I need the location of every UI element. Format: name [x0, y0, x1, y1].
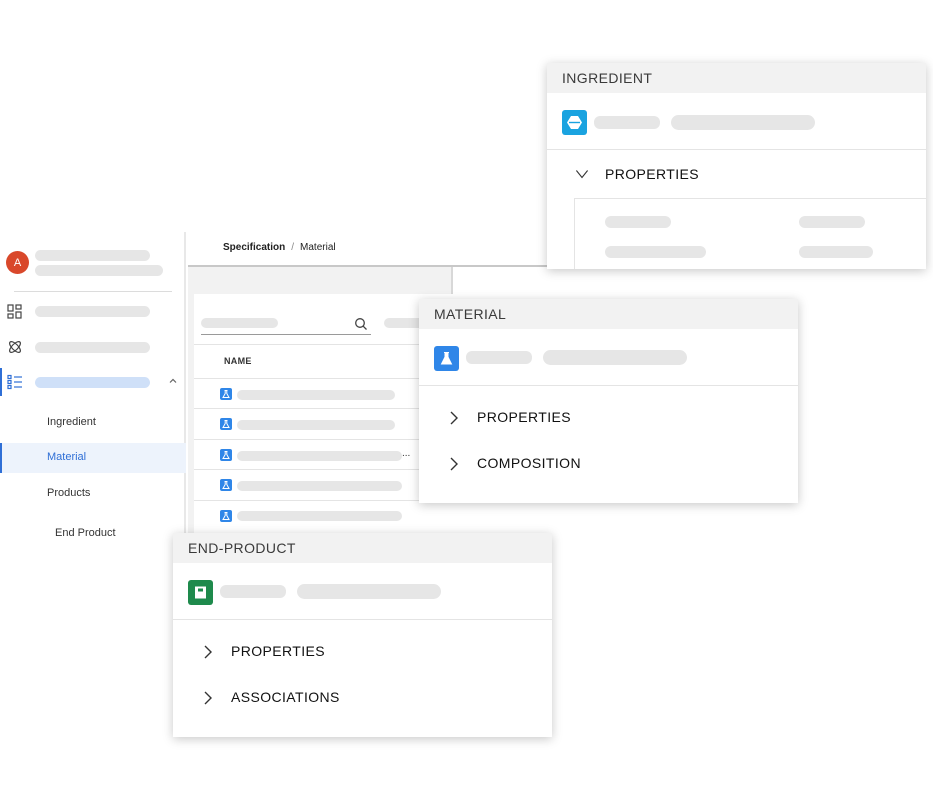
breadcrumb-separator: / [291, 242, 295, 253]
property-label-placeholder [605, 246, 706, 258]
card-divider [419, 385, 798, 386]
material-row-icon [220, 418, 232, 430]
row-divider [194, 500, 453, 501]
breadcrumb-root[interactable]: Specification [223, 242, 285, 253]
row-truncated-ellipsis: ... [402, 448, 411, 459]
table-row[interactable] [237, 420, 395, 430]
sidebar-divider [14, 291, 172, 292]
material-row-icon [220, 479, 232, 491]
end-product-name-placeholder [297, 584, 441, 599]
material-code-placeholder [466, 351, 532, 364]
end-product-box-icon [188, 580, 213, 605]
table-header-divider [194, 344, 453, 345]
ingredient-section-properties[interactable]: PROPERTIES [605, 166, 699, 182]
breadcrumb-current: Material [300, 242, 336, 253]
chevron-right-icon[interactable] [447, 455, 461, 473]
table-row[interactable] [237, 481, 402, 491]
nav-active-indicator [0, 368, 2, 396]
material-card: MATERIAL PROPERTIES COMPOSITION [419, 299, 798, 503]
row-divider [194, 439, 453, 440]
table-divider [194, 378, 453, 379]
sidebar-item-material-label: Material [47, 451, 87, 463]
breadcrumb: Specification / Material [223, 242, 336, 253]
ingredient-name-placeholder [671, 115, 815, 130]
row-divider [194, 408, 453, 409]
user-name-placeholder [35, 250, 150, 261]
end-product-card-title: END-PRODUCT [173, 533, 552, 563]
chevron-right-icon[interactable] [447, 409, 461, 427]
ingredient-icon [562, 110, 587, 135]
ingredient-code-placeholder [594, 116, 660, 129]
material-row-icon [220, 388, 232, 400]
material-row-icon [220, 449, 232, 461]
row-divider [194, 469, 453, 470]
sidebar-item-end-product[interactable]: End Product [55, 527, 116, 539]
material-card-title: MATERIAL [419, 299, 798, 329]
nav-item-2-placeholder[interactable] [35, 342, 150, 353]
atom-icon[interactable] [7, 339, 23, 355]
table-row[interactable] [237, 451, 402, 461]
property-value-placeholder [799, 246, 873, 258]
dashboard-icon[interactable] [7, 304, 23, 320]
search-input[interactable] [201, 318, 278, 328]
end-product-card: END-PRODUCT PROPERTIES ASSOCIATIONS [173, 533, 552, 737]
material-row-icon [220, 510, 232, 522]
nav-item-3-placeholder[interactable] [35, 377, 150, 388]
avatar[interactable]: A [6, 251, 29, 274]
end-product-code-placeholder [220, 585, 286, 598]
nav-item-1-placeholder[interactable] [35, 306, 150, 317]
sidebar-item-material[interactable]: Material [0, 443, 186, 473]
property-value-placeholder [799, 216, 865, 228]
material-name-placeholder [543, 350, 687, 365]
ingredient-card-title: INGREDIENT [547, 63, 926, 93]
chevron-right-icon[interactable] [201, 643, 215, 661]
sidebar-item-products[interactable]: Products [47, 487, 90, 499]
card-divider [173, 619, 552, 620]
ingredient-card: INGREDIENT PROPERTIES [547, 63, 926, 269]
material-section-properties[interactable]: PROPERTIES [477, 409, 571, 425]
ingredient-properties-panel [574, 198, 926, 269]
search-icon[interactable] [354, 317, 368, 331]
material-section-composition[interactable]: COMPOSITION [477, 455, 581, 471]
search-underline [201, 334, 371, 335]
specification-list-icon[interactable] [7, 374, 23, 390]
user-email-placeholder [35, 265, 163, 276]
table-row[interactable] [237, 390, 395, 400]
chevron-down-icon[interactable] [572, 167, 592, 181]
card-divider [547, 149, 926, 150]
material-flask-icon [434, 346, 459, 371]
sidebar: A Ingredient Material Products End Produ… [0, 232, 186, 562]
filter-placeholder[interactable] [384, 318, 424, 328]
end-product-section-properties[interactable]: PROPERTIES [231, 643, 325, 659]
table-row[interactable] [237, 511, 402, 521]
end-product-section-associations[interactable]: ASSOCIATIONS [231, 689, 340, 705]
column-header-name[interactable]: NAME [224, 356, 252, 366]
sidebar-item-ingredient[interactable]: Ingredient [47, 416, 96, 428]
chevron-right-icon[interactable] [201, 689, 215, 707]
chevron-up-icon[interactable] [167, 375, 179, 387]
property-label-placeholder [605, 216, 671, 228]
